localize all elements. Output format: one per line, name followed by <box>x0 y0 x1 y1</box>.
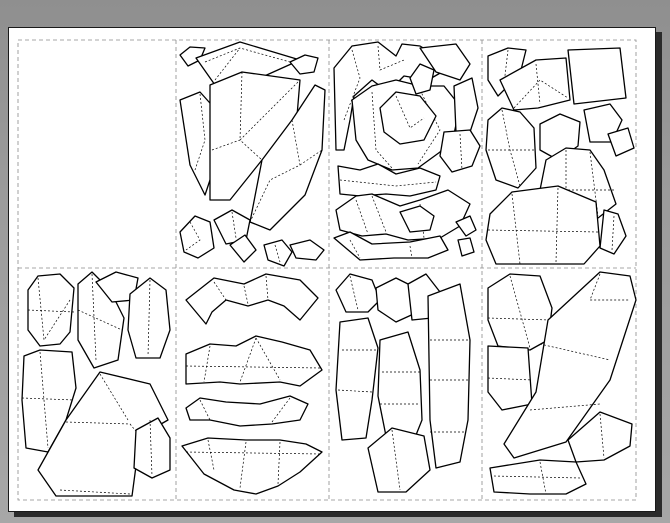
pattern-canvas <box>17 39 637 501</box>
panel-r2c3-parts <box>335 273 471 493</box>
panel-r2c4-parts <box>487 271 637 495</box>
panel-r2c2-parts <box>181 273 323 495</box>
panel-r1c4-parts <box>485 47 635 265</box>
panel-r2c1-parts <box>21 271 171 497</box>
panel-r1c2-parts <box>179 41 326 267</box>
panel-r1c3-parts <box>333 41 481 261</box>
